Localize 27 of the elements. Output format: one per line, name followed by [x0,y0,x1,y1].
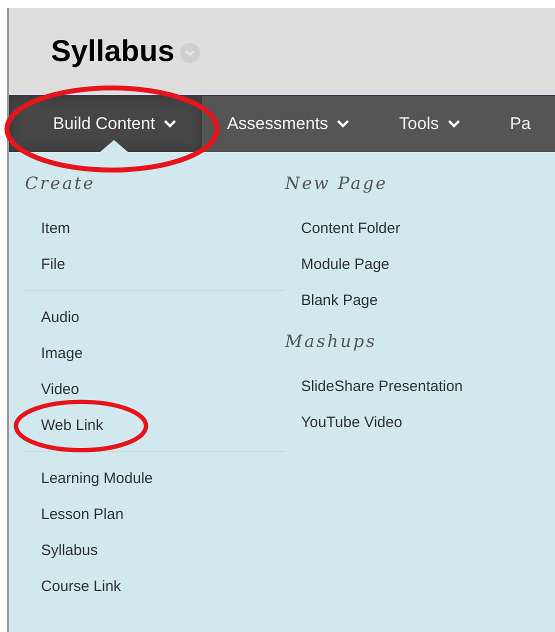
options-chevron-icon[interactable] [180,42,200,62]
page-title: Syllabus [51,34,174,68]
menu-item[interactable]: File [41,256,66,272]
menu-item[interactable]: Image [41,344,83,362]
menu-item[interactable]: YouTube Video [301,414,402,430]
menu-item[interactable]: Item [41,220,70,236]
menu-item[interactable]: SlideShare Presentation [301,378,463,394]
menu-item[interactable]: Lesson Plan [41,506,124,522]
menu-item[interactable]: Learning Module [41,470,153,486]
chevron-down-icon [448,120,460,128]
nav-tab[interactable]: Tools [374,96,485,152]
nav-tab[interactable]: Assessments [202,96,374,152]
menu-item[interactable]: Syllabus [41,542,98,558]
nav-tab[interactable]: Pa [484,96,555,152]
section-heading: Create [25,174,96,196]
chevron-down-icon [164,120,176,128]
chevron-down-icon [337,120,350,128]
nav-tab[interactable]: Build Content [9,96,202,152]
menu-item[interactable]: Blank Page [301,292,378,308]
menu-item[interactable]: Course Link [41,578,122,594]
menu-item[interactable]: Content Folder [301,220,400,236]
menu-item[interactable]: Video [41,380,80,398]
section-heading: New Page [285,174,389,196]
menu-item[interactable]: Module Page [301,256,390,272]
menu-item[interactable]: Web Link [41,416,104,434]
section-heading: Mashups [285,332,378,354]
menu-item[interactable]: Audio [41,308,80,326]
